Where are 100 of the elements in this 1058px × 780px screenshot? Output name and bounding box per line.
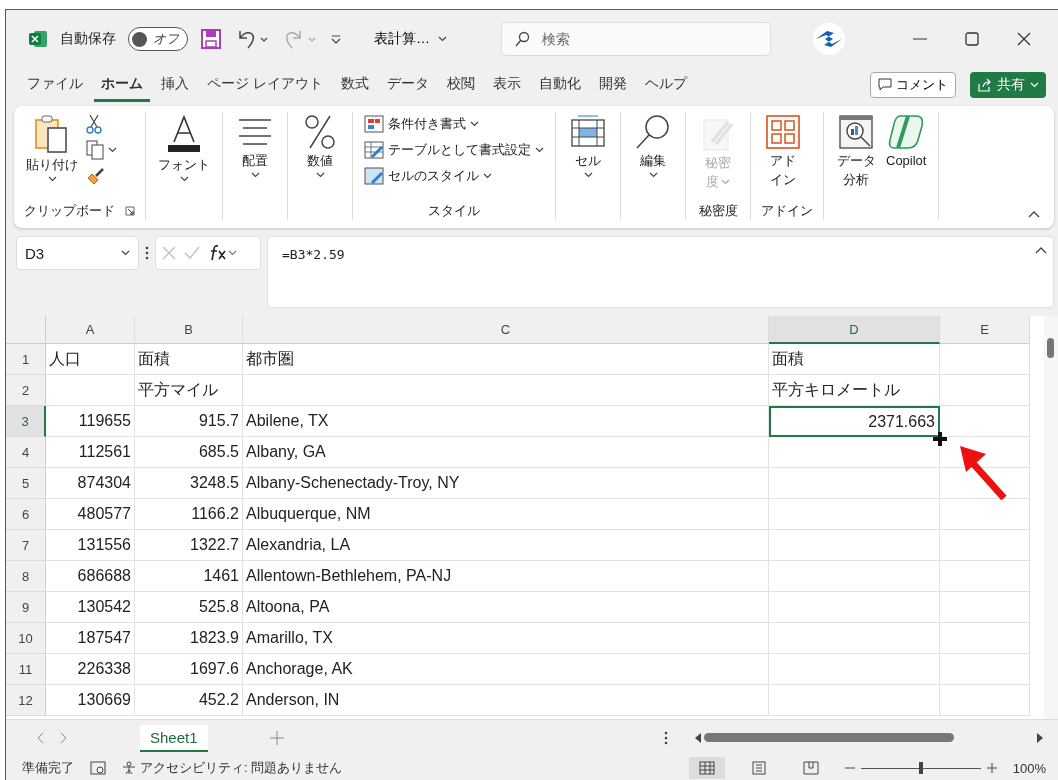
normal-view-button[interactable]: [688, 757, 725, 779]
check-icon[interactable]: [184, 246, 200, 260]
column-header[interactable]: C: [243, 316, 769, 344]
table-cell[interactable]: [243, 375, 769, 406]
collapse-icon[interactable]: [1028, 211, 1040, 218]
row-header[interactable]: 5: [6, 468, 46, 499]
ribbon-button[interactable]: アド イン: [761, 112, 805, 202]
more-icon[interactable]: [664, 731, 668, 745]
formula-field[interactable]: =B3*2.59: [267, 236, 1054, 308]
table-cell[interactable]: Altoona, PA: [243, 592, 769, 623]
table-cell[interactable]: 平方マイル: [135, 375, 243, 406]
table-cell[interactable]: Albany, GA: [243, 437, 769, 468]
table-cell[interactable]: 119655: [46, 406, 135, 437]
ribbon-button[interactable]: 編集: [631, 112, 675, 202]
more-icon[interactable]: [145, 246, 149, 260]
table-cell[interactable]: Anderson, IN: [243, 685, 769, 716]
vertical-scrollbar[interactable]: [1044, 316, 1058, 719]
table-cell[interactable]: [769, 530, 940, 561]
table-cell[interactable]: 915.7: [135, 406, 243, 437]
previous-sheet-icon[interactable]: [36, 732, 44, 744]
menu-tab[interactable]: 数式: [333, 68, 376, 102]
row-header[interactable]: 9: [6, 592, 46, 623]
cancel-icon[interactable]: [162, 246, 176, 260]
scissors-icon[interactable]: [86, 114, 102, 134]
table-cell[interactable]: [769, 592, 940, 623]
ribbon-menu-item[interactable]: セルのスタイル: [363, 166, 545, 186]
table-cell[interactable]: Albany-Schenectady-Troy, NY: [243, 468, 769, 499]
scroll-right-icon[interactable]: [1036, 733, 1044, 743]
table-cell[interactable]: 130542: [46, 592, 135, 623]
table-cell[interactable]: 人口: [46, 344, 135, 375]
save-icon[interactable]: [200, 28, 222, 50]
ribbon-button[interactable]: 数値: [298, 112, 342, 202]
share-button[interactable]: 共有: [970, 72, 1046, 98]
function-icon[interactable]: [208, 245, 238, 261]
file-name-button[interactable]: 表計算…: [368, 26, 453, 52]
table-cell[interactable]: 1166.2: [135, 499, 243, 530]
table-cell[interactable]: 525.8: [135, 592, 243, 623]
table-cell[interactable]: [769, 468, 940, 499]
table-cell[interactable]: 226338: [46, 654, 135, 685]
ribbon-button[interactable]: セル: [566, 112, 610, 202]
row-header[interactable]: 1: [6, 344, 46, 375]
search-field[interactable]: 検索: [501, 22, 771, 56]
ribbon-menu-item[interactable]: テーブルとして書式設定: [363, 140, 545, 160]
next-sheet-icon[interactable]: [60, 732, 68, 744]
table-cell[interactable]: 面積: [769, 344, 940, 375]
menu-tab[interactable]: 自動化: [531, 68, 588, 102]
zoom-in-icon[interactable]: [986, 763, 997, 773]
row-header[interactable]: 6: [6, 499, 46, 530]
ribbon-button[interactable]: 配置: [233, 112, 277, 202]
menu-tab[interactable]: 開発: [591, 68, 634, 102]
table-cell[interactable]: 874304: [46, 468, 135, 499]
menu-tab[interactable]: ヘルプ: [637, 68, 694, 102]
table-cell[interactable]: 1697.6: [135, 654, 243, 685]
table-cell[interactable]: 1461: [135, 561, 243, 592]
table-cell[interactable]: [46, 375, 135, 406]
table-cell[interactable]: Anchorage, AK: [243, 654, 769, 685]
row-header[interactable]: 3: [6, 406, 46, 437]
table-cell[interactable]: Amarillo, TX: [243, 623, 769, 654]
sheet-tab[interactable]: Sheet1: [140, 724, 208, 752]
row-header[interactable]: 10: [6, 623, 46, 654]
row-header[interactable]: 8: [6, 561, 46, 592]
table-cell[interactable]: 130669: [46, 685, 135, 716]
paste-button[interactable]: 貼り付け: [24, 112, 80, 202]
collapse-icon[interactable]: [1035, 247, 1047, 254]
ribbon-button[interactable]: Copilot: [884, 112, 929, 202]
ribbon-button[interactable]: フォント: [156, 112, 212, 202]
column-header[interactable]: D: [769, 316, 940, 344]
row-header[interactable]: 2: [6, 375, 46, 406]
row-header[interactable]: 11: [6, 654, 46, 685]
table-cell[interactable]: 112561: [46, 437, 135, 468]
menu-tab[interactable]: 挿入: [154, 68, 196, 102]
table-cell[interactable]: 平方キロメートル: [769, 375, 940, 406]
row-header[interactable]: 4: [6, 437, 46, 468]
table-cell[interactable]: 面積: [135, 344, 243, 375]
table-cell[interactable]: 685.5: [135, 437, 243, 468]
table-cell[interactable]: Alexandria, LA: [243, 530, 769, 561]
launcher-icon[interactable]: [125, 206, 135, 216]
table-cell[interactable]: 187547: [46, 623, 135, 654]
scroll-left-icon[interactable]: [694, 733, 702, 743]
table-cell[interactable]: [769, 499, 940, 530]
zoom-level[interactable]: 100%: [1012, 760, 1046, 776]
row-header[interactable]: 12: [6, 685, 46, 716]
customize-icon[interactable]: [330, 33, 342, 45]
diamond-logo-icon[interactable]: [812, 22, 846, 56]
menu-tab[interactable]: データ: [379, 68, 436, 102]
row-header[interactable]: 7: [6, 530, 46, 561]
table-cell[interactable]: 452.2: [135, 685, 243, 716]
table-cell[interactable]: Albuquerque, NM: [243, 499, 769, 530]
table-cell[interactable]: [769, 623, 940, 654]
accessibility-status[interactable]: アクセシビリティ: 問題ありません: [122, 759, 343, 777]
ribbon-menu-item[interactable]: 条件付き書式: [363, 114, 545, 134]
zoom-slider-thumb[interactable]: [918, 762, 923, 774]
select-all-corner[interactable]: [6, 316, 46, 344]
add-sheet-icon[interactable]: [269, 731, 284, 745]
name-box[interactable]: D3: [16, 236, 139, 270]
ribbon-button[interactable]: データ 分析: [834, 112, 878, 202]
table-cell[interactable]: Allentown-Bethlehem, PA-NJ: [243, 561, 769, 592]
copy-icon[interactable]: [86, 140, 104, 160]
menu-tab[interactable]: ファイル: [20, 68, 90, 102]
menu-tab[interactable]: 表示: [485, 68, 528, 102]
